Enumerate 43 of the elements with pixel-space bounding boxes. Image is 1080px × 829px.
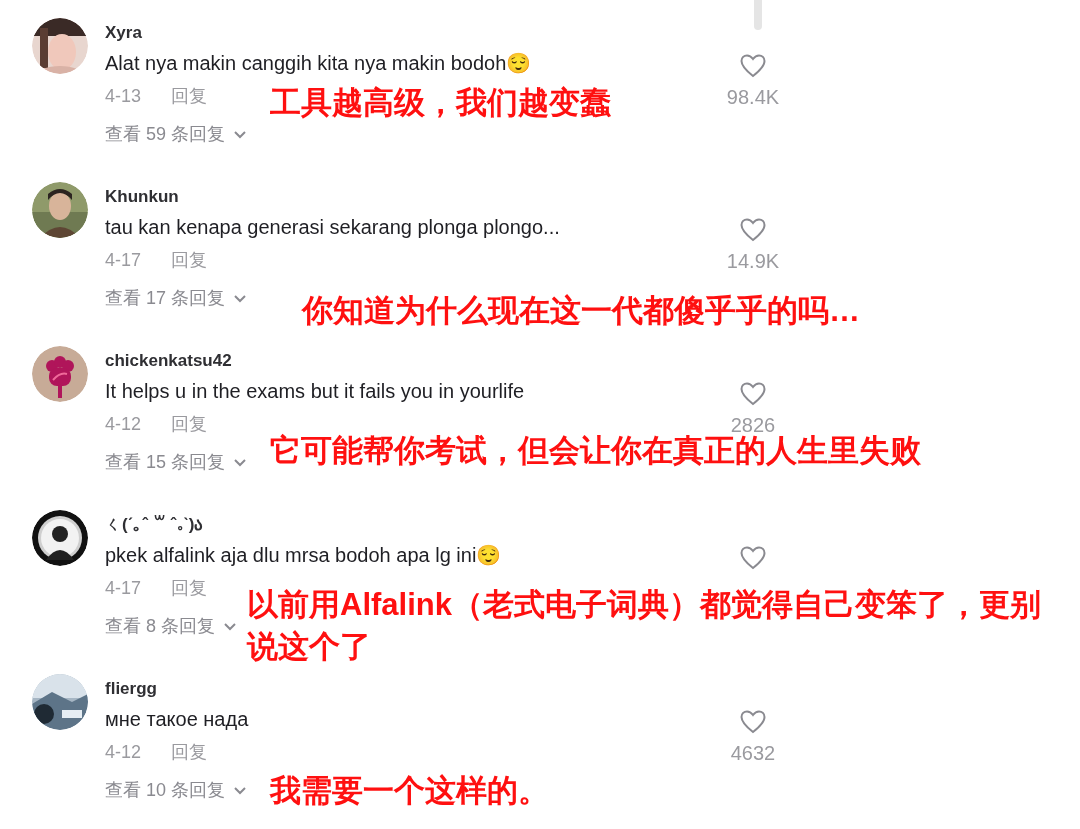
- reply-button[interactable]: 回复: [171, 576, 208, 600]
- comment-text: мне такое нада: [105, 707, 249, 732]
- view-replies-button[interactable]: 查看 10 条回复: [105, 778, 248, 802]
- comment-date: 4-12: [105, 741, 142, 764]
- comment-date: 4-17: [105, 577, 142, 600]
- heart-icon[interactable]: [740, 54, 766, 78]
- username[interactable]: fliergg: [105, 678, 157, 700]
- annotation-text: 工具越高级，我们越变蠢: [270, 84, 612, 122]
- reply-button[interactable]: 回复: [171, 740, 208, 764]
- chevron-down-icon: [233, 785, 248, 795]
- chevron-down-icon: [223, 621, 237, 631]
- scrollbar[interactable]: [754, 0, 762, 30]
- like-count: 14.9K: [726, 249, 780, 274]
- comment-text: pkek alfalink aja dlu mrsa bodoh apa lg ini😌: [105, 543, 502, 568]
- chevron-down-icon: [233, 293, 248, 303]
- annotation-text: 我需要一个这样的。: [270, 772, 550, 810]
- comment-text: tau kan kenapa generasi sekarang plonga plongo...: [105, 215, 560, 240]
- comment-text: It helps u in the exams but it fails you in yourlife: [105, 379, 525, 404]
- view-replies-button[interactable]: 查看 8 条回复: [105, 614, 237, 638]
- comment-date: 4-12: [105, 413, 142, 436]
- heart-icon[interactable]: [740, 218, 766, 242]
- annotation-text: 你知道为什么现在这一代都傻乎乎的吗…: [302, 292, 861, 330]
- username[interactable]: Khunkun: [105, 186, 179, 208]
- reply-button[interactable]: 回复: [171, 84, 208, 108]
- heart-icon[interactable]: [740, 382, 766, 406]
- like-count: 98.4K: [726, 85, 780, 110]
- chevron-down-icon: [233, 129, 248, 139]
- view-replies-button[interactable]: 查看 17 条回复: [105, 286, 248, 310]
- comment-date: 4-17: [105, 249, 142, 272]
- comment-date: 4-13: [105, 85, 142, 108]
- like-count: 4632: [730, 741, 776, 766]
- annotation-text: 以前用Alfalink（老式电子词典）都觉得自己变笨了，更别说这个了: [247, 586, 1042, 666]
- username[interactable]: chickenkatsu42: [105, 350, 232, 372]
- view-replies-button[interactable]: 查看 15 条回复: [105, 450, 248, 474]
- chevron-down-icon: [233, 457, 248, 467]
- heart-icon[interactable]: [740, 710, 766, 734]
- view-replies-button[interactable]: 查看 59 条回复: [105, 122, 248, 146]
- reply-button[interactable]: 回复: [171, 412, 208, 436]
- username[interactable]: Xyra: [105, 22, 142, 44]
- heart-icon[interactable]: [740, 546, 766, 570]
- comment-text: Alat nya makin canggih kita nya makin bodoh😌: [105, 51, 532, 76]
- reply-button[interactable]: 回复: [171, 248, 208, 272]
- username[interactable]: ㄑ(ˊ｡ˆ ꒳ ˆ｡ˋ)ა: [105, 514, 204, 536]
